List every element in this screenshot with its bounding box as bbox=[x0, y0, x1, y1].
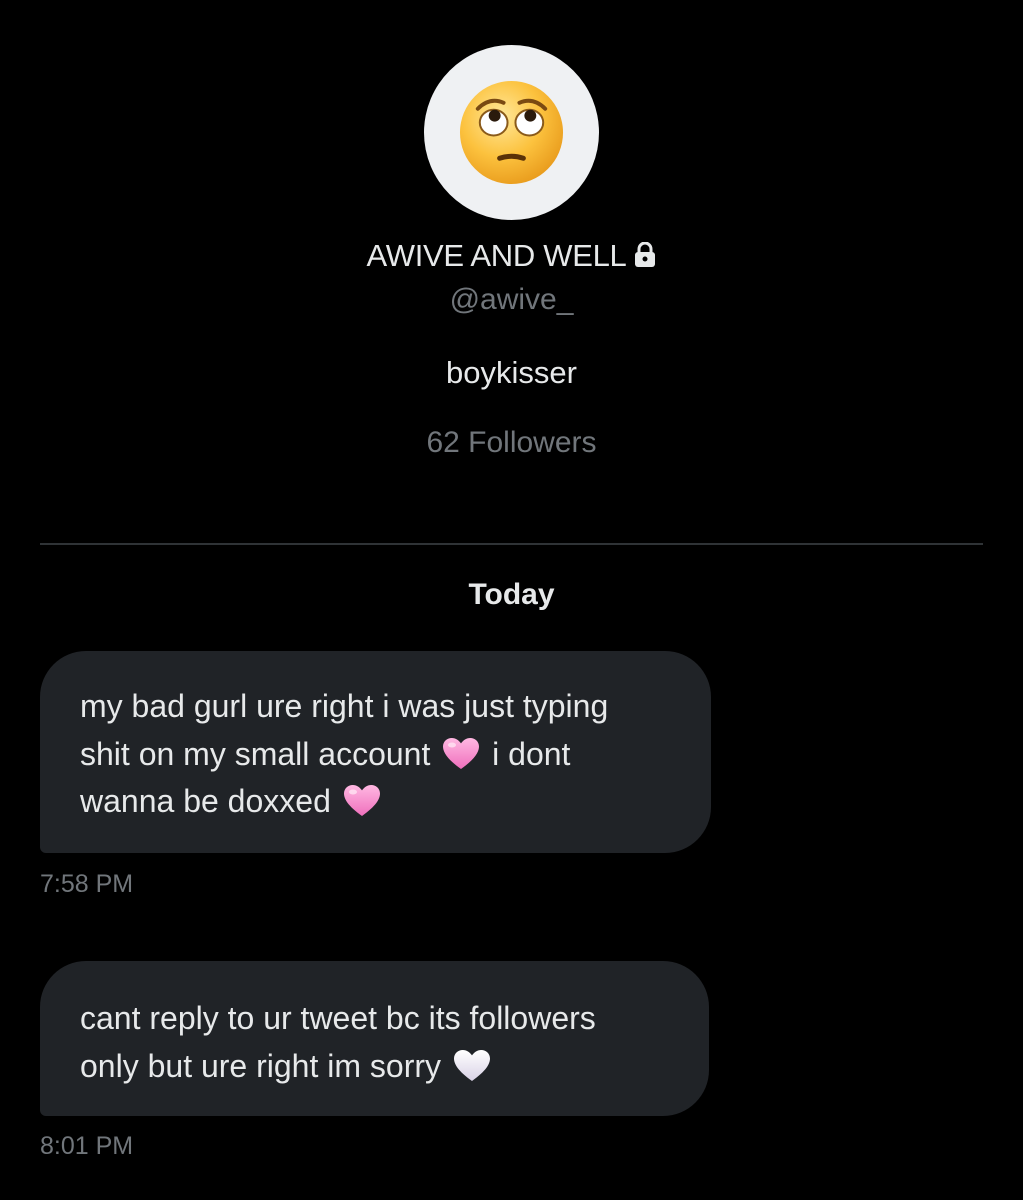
display-name: AWIVE AND WELL bbox=[366, 238, 627, 273]
profile-name-row: AWIVE AND WELL bbox=[0, 234, 1023, 278]
message-text: wanna be doxxed bbox=[80, 783, 331, 819]
divider bbox=[40, 543, 983, 545]
eye-roll-face-icon bbox=[459, 80, 564, 185]
message-text: cant reply to ur tweet bc its followers bbox=[80, 1000, 596, 1036]
pink-heart-icon bbox=[443, 737, 480, 769]
message-timestamp: 8:01 PM bbox=[40, 1132, 134, 1160]
pink-heart-icon bbox=[343, 785, 380, 816]
followers-count[interactable]: 62 Followers bbox=[0, 422, 1023, 464]
message-text: shit on my small account bbox=[80, 735, 431, 772]
message-text: only but ure right im sorry bbox=[80, 1047, 442, 1084]
avatar[interactable] bbox=[424, 45, 599, 220]
profile-header: AWIVE AND WELL @awive_ boykisser 62 Foll… bbox=[0, 0, 1023, 520]
date-separator: Today bbox=[468, 578, 555, 611]
lock-icon bbox=[635, 242, 656, 267]
message-text: my bad gurl ure right i was just typing bbox=[80, 688, 609, 724]
white-heart-icon bbox=[453, 1049, 490, 1081]
message-timestamp: 7:58 PM bbox=[40, 870, 134, 898]
message-bubble[interactable]: cant reply to ur tweet bc its followers … bbox=[40, 961, 709, 1116]
message-text: i dont bbox=[492, 735, 571, 772]
profile-bio: boykisser bbox=[446, 355, 577, 390]
profile-handle: @awive_ bbox=[449, 283, 574, 316]
message-bubble[interactable]: my bad gurl ure right i was just typing … bbox=[40, 651, 711, 853]
